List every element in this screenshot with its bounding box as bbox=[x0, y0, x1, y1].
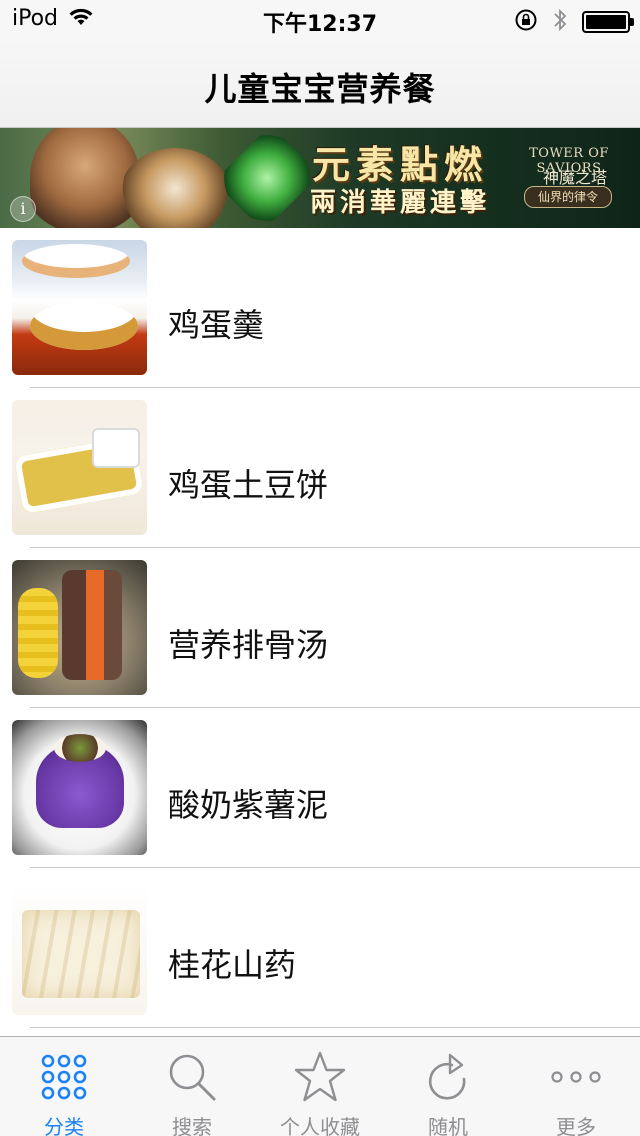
recipe-name: 酸奶紫薯泥 bbox=[168, 786, 329, 824]
rotation-lock-icon bbox=[514, 8, 538, 36]
banner-dog-image bbox=[120, 148, 230, 228]
recipe-thumbnail bbox=[12, 720, 147, 855]
page-title: 儿童宝宝营养餐 bbox=[204, 70, 436, 108]
status-bar: iPod 下午12:37 bbox=[0, 0, 640, 40]
tab-label: 随机 bbox=[428, 1115, 468, 1136]
tab-random[interactable]: 随机 bbox=[384, 1037, 512, 1136]
banner-tagline: 仙界的律令 bbox=[524, 186, 612, 208]
recipe-name: 桂花山药 bbox=[168, 946, 297, 984]
banner-subline: 兩消華麗連擊 bbox=[309, 188, 490, 218]
recipe-thumbnail bbox=[12, 400, 147, 535]
row-divider bbox=[30, 1027, 640, 1028]
recipe-thumbnail bbox=[12, 240, 147, 375]
tab-label: 更多 bbox=[556, 1115, 596, 1136]
tab-categories[interactable]: 分类 bbox=[0, 1037, 128, 1136]
refresh-icon bbox=[384, 1051, 512, 1103]
tab-bar: 分类 搜索 个人收藏 随机 更多 bbox=[0, 1036, 640, 1136]
battery-icon bbox=[582, 11, 634, 33]
navigation-bar: 儿童宝宝营养餐 bbox=[0, 40, 640, 128]
recipe-thumbnail bbox=[12, 560, 147, 695]
recipe-list[interactable]: 鸡蛋羹 鸡蛋土豆饼 营养排骨汤 酸奶紫薯泥 桂花山药 bbox=[0, 228, 640, 1036]
star-icon bbox=[256, 1051, 384, 1103]
recipe-name: 鸡蛋土豆饼 bbox=[168, 466, 329, 504]
status-right bbox=[514, 7, 634, 37]
banner-game-title-cn: 神魔之塔 bbox=[542, 168, 607, 187]
tab-favorites[interactable]: 个人收藏 bbox=[256, 1037, 384, 1136]
list-item[interactable]: 鸡蛋土豆饼 bbox=[0, 388, 640, 548]
grid-dots-icon bbox=[0, 1051, 128, 1103]
tab-label: 搜索 bbox=[172, 1115, 212, 1136]
tab-more[interactable]: 更多 bbox=[512, 1037, 640, 1136]
banner-headline: 元素點燃 bbox=[311, 143, 488, 187]
list-item[interactable]: 桂花山药 bbox=[0, 868, 640, 1028]
tab-search[interactable]: 搜索 bbox=[128, 1037, 256, 1136]
tab-label: 分类 bbox=[44, 1115, 84, 1136]
bluetooth-icon bbox=[552, 7, 568, 37]
ad-info-icon[interactable]: i bbox=[10, 196, 36, 222]
ad-banner[interactable]: i 元素點燃 兩消華麗連擊 TOWER OF SAVIORS 神魔之塔 仙界的律… bbox=[0, 128, 640, 228]
recipe-name: 营养排骨汤 bbox=[168, 626, 329, 664]
tab-label: 个人收藏 bbox=[280, 1115, 360, 1136]
list-item[interactable]: 营养排骨汤 bbox=[0, 548, 640, 708]
search-icon bbox=[128, 1051, 256, 1103]
battery-level bbox=[586, 15, 626, 29]
list-item[interactable]: 酸奶紫薯泥 bbox=[0, 708, 640, 868]
more-icon bbox=[512, 1051, 640, 1103]
list-item[interactable]: 鸡蛋羹 bbox=[0, 228, 640, 388]
recipe-thumbnail bbox=[12, 880, 147, 1015]
recipe-name: 鸡蛋羹 bbox=[168, 306, 265, 344]
